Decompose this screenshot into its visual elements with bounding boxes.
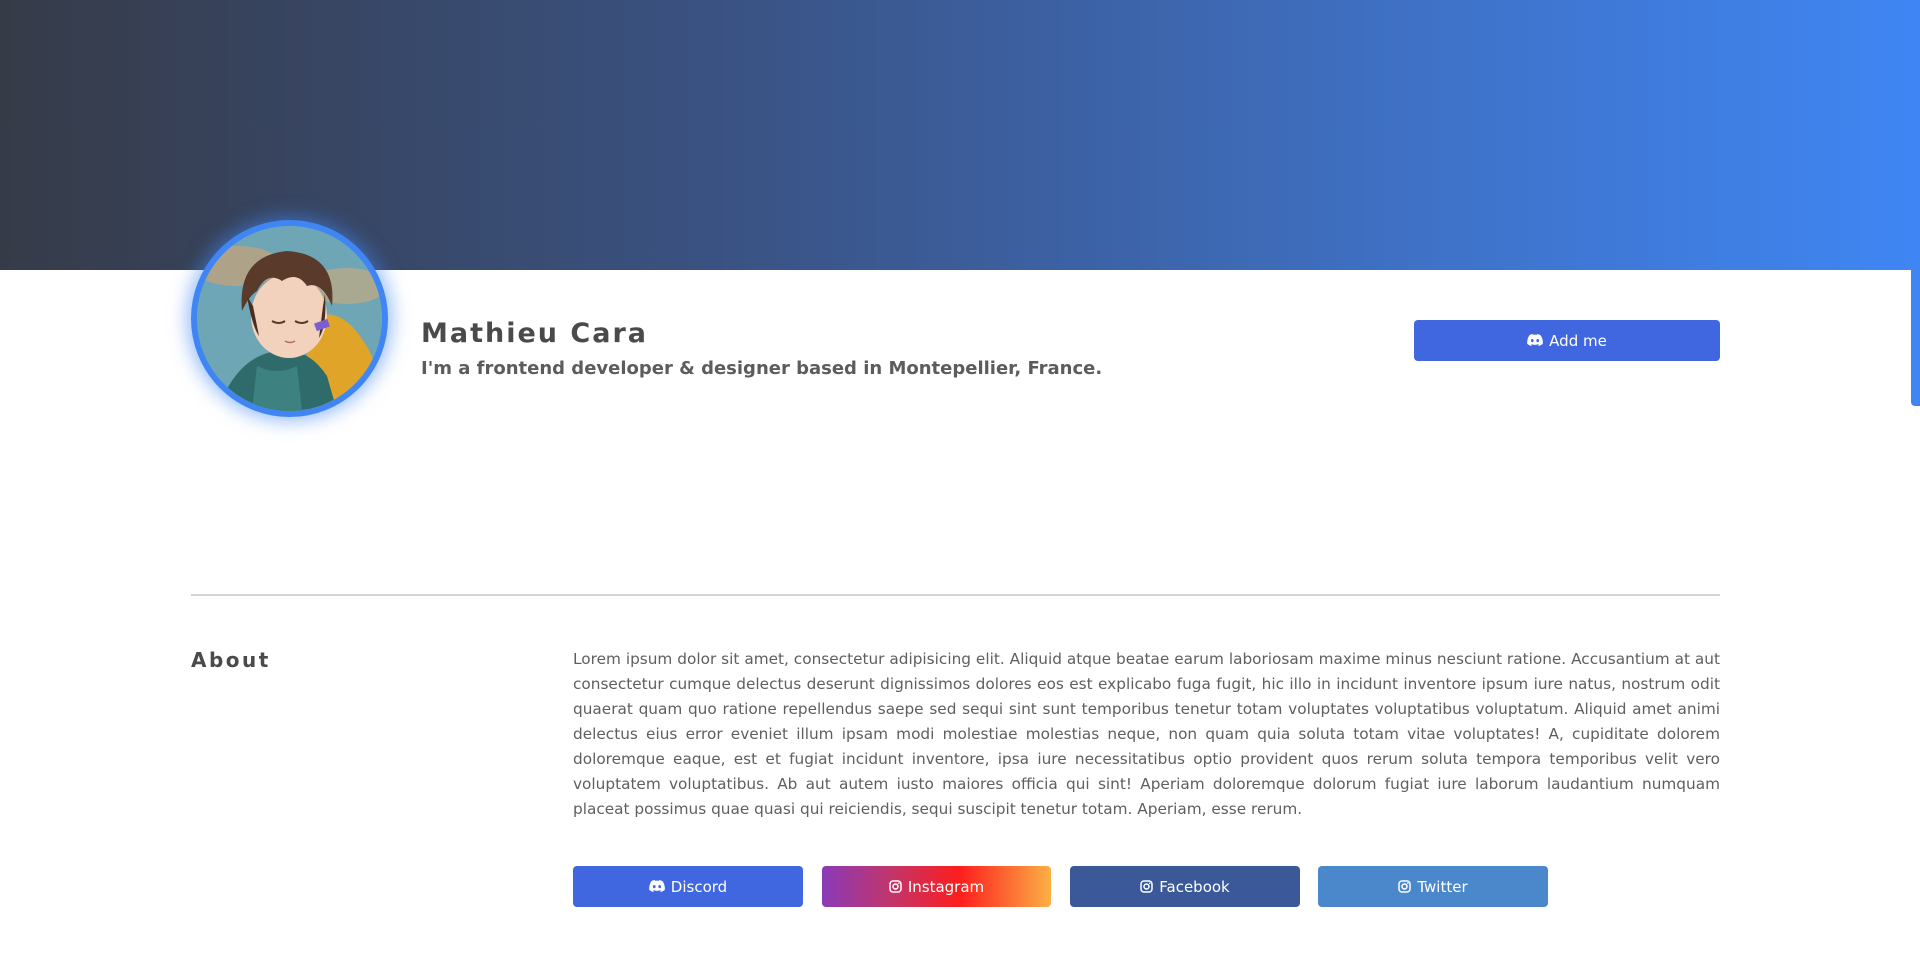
twitter-label: Twitter <box>1417 877 1468 896</box>
about-text: Lorem ipsum dolor sit amet, consectetur … <box>573 650 1720 818</box>
facebook-label: Facebook <box>1159 877 1230 896</box>
scrollbar-thumb[interactable] <box>1911 0 1920 406</box>
avatar <box>191 220 388 417</box>
instagram-label: Instagram <box>907 877 985 896</box>
instagram-icon <box>1398 880 1412 893</box>
twitter-button[interactable]: Twitter <box>1318 866 1548 907</box>
add-me-label: Add me <box>1549 331 1607 350</box>
facebook-button[interactable]: Facebook <box>1070 866 1300 907</box>
discord-button[interactable]: Discord <box>573 866 803 907</box>
scrollbar[interactable] <box>1911 0 1920 969</box>
instagram-icon <box>1140 880 1153 893</box>
discord-label: Discord <box>670 877 728 896</box>
discord-icon <box>648 880 665 893</box>
discord-icon <box>1527 334 1544 347</box>
profile-name: Mathieu Cara <box>421 318 648 349</box>
about-heading: About <box>191 648 271 672</box>
instagram-icon <box>889 880 902 893</box>
add-me-button[interactable]: Add me <box>1414 320 1720 361</box>
instagram-button[interactable]: Instagram <box>822 866 1051 907</box>
profile-bio: I'm a frontend developer & designer base… <box>421 358 1103 379</box>
section-divider <box>191 594 1720 596</box>
